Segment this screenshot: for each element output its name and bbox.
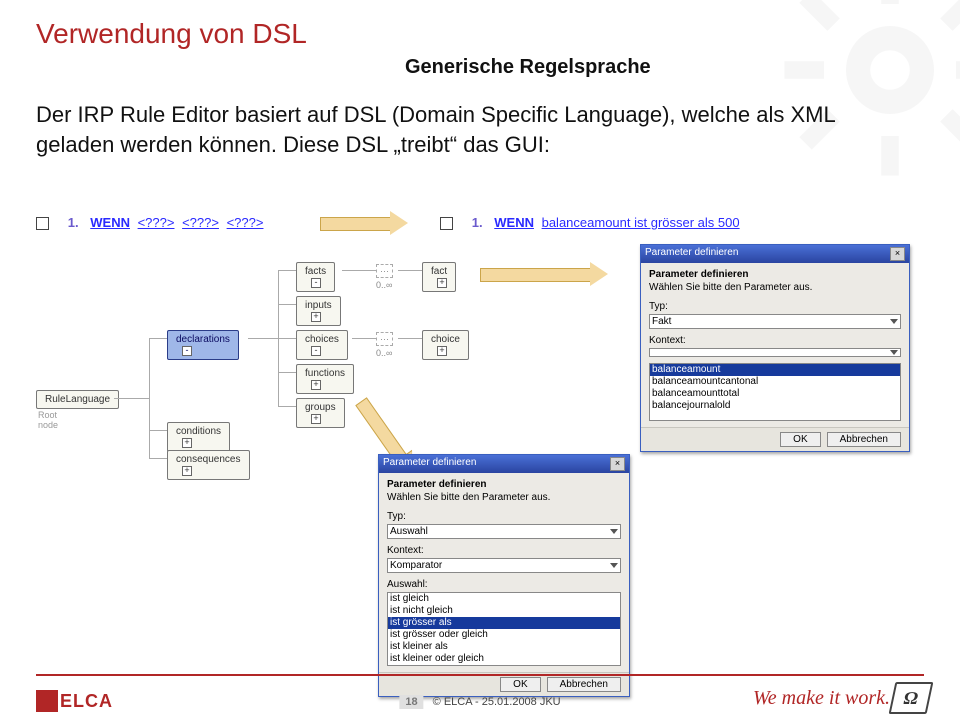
page-number: 18 © ELCA - 25.01.2008 JKU (399, 696, 560, 708)
multiplicity-label: 0..∞ (376, 280, 392, 290)
combo-kontext[interactable]: Komparator (387, 558, 621, 573)
expand-icon: + (437, 346, 447, 356)
node-inputs: inputs+ (296, 296, 341, 326)
cancel-button[interactable]: Abbrechen (827, 432, 901, 447)
node-conditions: conditions+ (167, 422, 230, 452)
expand-icon: + (182, 438, 192, 448)
slide-footer: ELCA 18 © ELCA - 25.01.2008 JKU We make … (0, 674, 960, 720)
list-item[interactable]: balanceamount (650, 364, 900, 376)
chevron-down-icon (610, 529, 618, 534)
node-declarations: declarations- (167, 330, 239, 360)
bullet-box-icon (36, 217, 49, 230)
dialog-heading: Parameter definieren (387, 479, 621, 490)
slide: Verwendung von DSL Generische Regelsprac… (0, 0, 960, 720)
stamp-icon: Ω (889, 682, 934, 714)
list-item[interactable]: ist nicht gleich (388, 605, 620, 617)
rule-placeholder: <???> (227, 215, 264, 230)
label-list: Auswahl: (387, 579, 621, 590)
dialog-titlebar: Parameter definieren × (379, 455, 629, 473)
logo: ELCA (36, 690, 113, 712)
chevron-down-icon (610, 563, 618, 568)
footer-rule (36, 674, 924, 676)
rule-placeholder: <???> (182, 215, 219, 230)
label-typ: Typ: (387, 511, 621, 522)
logo-mark-icon (36, 690, 58, 712)
expand-icon: + (311, 312, 321, 322)
label-kontext: Kontext: (649, 335, 901, 346)
rule-number: 1. (61, 215, 79, 230)
list-item[interactable]: balanceamounttotal (650, 388, 900, 400)
rule-expression: balanceamount ist grösser als 500 (542, 215, 740, 230)
dialog-sub: Wählen Sie bitte den Parameter aus. (649, 282, 901, 293)
collapse-icon: - (182, 346, 192, 356)
expand-icon: + (311, 380, 321, 390)
intro-paragraph: Der IRP Rule Editor basiert auf DSL (Dom… (36, 100, 916, 159)
expand-icon: + (311, 414, 321, 424)
node-choices: choices- (296, 330, 348, 360)
page-title: Verwendung von DSL (36, 18, 307, 50)
close-icon[interactable]: × (890, 247, 905, 261)
page-subtitle: Generische Regelsprache (405, 56, 651, 79)
rule-keyword: WENN (494, 215, 534, 230)
label-typ: Typ: (649, 301, 901, 312)
chevron-down-icon (890, 350, 898, 355)
combo-typ[interactable]: Auswahl (387, 524, 621, 539)
node-root: RuleLanguage (36, 390, 119, 409)
close-icon[interactable]: × (610, 457, 625, 471)
label-kontext: Kontext: (387, 545, 621, 556)
node-facts: facts- (296, 262, 335, 292)
expand-icon: + (182, 466, 192, 476)
bullet-box-icon (440, 217, 453, 230)
page-number-value: 18 (399, 695, 423, 709)
node-fact: fact+ (422, 262, 456, 292)
multiplicity: ··· (376, 264, 393, 278)
list-item[interactable]: ist kleiner als (388, 641, 620, 653)
node-choice: choice+ (422, 330, 469, 360)
multiplicity: ··· (376, 332, 393, 346)
dialog-title: Parameter definieren (383, 457, 476, 471)
collapse-icon: - (311, 278, 321, 288)
dialog-sub: Wählen Sie bitte den Parameter aus. (387, 492, 621, 503)
rule-example-left: 1. WENN <???> <???> <???> (36, 215, 267, 230)
ok-button[interactable]: OK (780, 432, 820, 447)
listbox-options[interactable]: ist gleich ist nicht gleich ist grösser … (387, 592, 621, 666)
listbox-options[interactable]: balanceamount balanceamountcantonal bala… (649, 363, 901, 421)
list-item[interactable]: balancejournalold (650, 400, 900, 412)
multiplicity-label: 0..∞ (376, 348, 392, 358)
list-item[interactable]: ist grösser als (388, 617, 620, 629)
copyright: © ELCA - 25.01.2008 JKU (433, 696, 561, 708)
dialog-parameter-fact: Parameter definieren × Parameter definie… (640, 244, 910, 452)
rule-keyword: WENN (90, 215, 130, 230)
node-consequences: consequences+ (167, 450, 250, 480)
list-item[interactable]: ist gleich (388, 593, 620, 605)
combo-typ[interactable]: Fakt (649, 314, 901, 329)
combo-kontext[interactable] (649, 348, 901, 357)
slogan: We make it work. (753, 687, 890, 710)
list-item[interactable]: balanceamountcantonal (650, 376, 900, 388)
node-root-sub: Root node (38, 410, 58, 430)
dialog-heading: Parameter definieren (649, 269, 901, 280)
list-item[interactable]: ist grösser oder gleich (388, 629, 620, 641)
dialog-title: Parameter definieren (645, 247, 738, 261)
dialog-titlebar: Parameter definieren × (641, 245, 909, 263)
node-functions: functions+ (296, 364, 354, 394)
dialog-parameter-choice: Parameter definieren × Parameter definie… (378, 454, 630, 697)
rule-number: 1. (465, 215, 483, 230)
node-groups: groups+ (296, 398, 345, 428)
collapse-icon: - (311, 346, 321, 356)
expand-icon: + (437, 278, 447, 288)
rule-example-right: 1. WENN balanceamount ist grösser als 50… (440, 215, 744, 230)
logo-text: ELCA (60, 691, 113, 712)
rule-placeholder: <???> (138, 215, 175, 230)
chevron-down-icon (890, 319, 898, 324)
list-item[interactable]: ist kleiner oder gleich (388, 653, 620, 665)
